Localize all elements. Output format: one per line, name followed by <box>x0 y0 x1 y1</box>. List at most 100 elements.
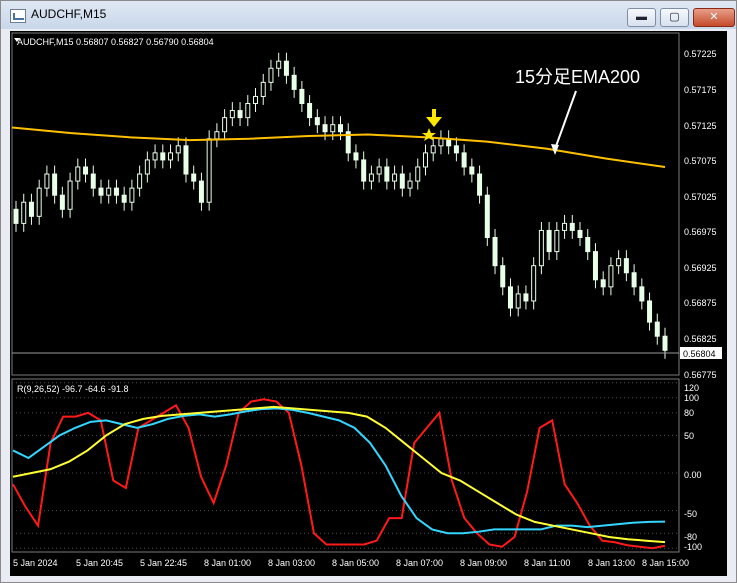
candle-body <box>531 265 537 302</box>
candle-body <box>507 286 513 309</box>
candle-body <box>160 152 166 161</box>
candle-body <box>453 145 459 154</box>
candle-body <box>28 201 34 217</box>
price-scale: 0.57225 0.57175 0.57125 0.57075 0.57025 … <box>684 49 717 380</box>
candle-body <box>229 110 235 119</box>
candle-body <box>430 145 436 154</box>
candle-body <box>484 194 490 238</box>
candle-body <box>585 236 591 253</box>
price-label: 0.57025 <box>684 192 717 202</box>
indicator-scale: 120 100 80 50 0.00 -50 -80 -100 <box>684 383 702 552</box>
annotation-arrow <box>554 90 577 150</box>
indicator-scale-label: 120 <box>684 383 699 393</box>
candle-body <box>144 159 150 175</box>
candle-body <box>500 265 506 288</box>
time-label: 8 Jan 11:00 <box>524 558 570 568</box>
candle-body <box>631 272 637 288</box>
candle-body <box>647 300 653 323</box>
indicator-scale-label: -100 <box>684 542 702 552</box>
indicator-panel-header: R(9,26,52) -96.7 -64.6 -91.8 <box>17 384 129 394</box>
candle-body <box>268 67 274 83</box>
candle-body <box>191 173 197 182</box>
candle-body <box>67 180 73 210</box>
indicator-scale-label: 80 <box>684 408 694 418</box>
candle-body <box>36 187 42 217</box>
candlestick-series <box>13 52 668 359</box>
chart-window: AUDCHF,M15 ▬ ▢ ✕ AUDCHF,M15 0.56807 0.56… <box>0 0 737 583</box>
chart-area[interactable]: AUDCHF,M15 0.56807 0.56827 0.56790 0.568… <box>10 31 727 576</box>
candle-body <box>307 103 313 119</box>
candle-body <box>330 124 336 133</box>
window-title: AUDCHF,M15 <box>31 7 107 21</box>
time-label: 8 Jan 15:00 <box>642 558 689 568</box>
chart-canvas[interactable]: AUDCHF,M15 0.56807 0.56827 0.56790 0.568… <box>10 31 727 576</box>
title-bar[interactable]: AUDCHF,M15 ▬ ▢ ✕ <box>1 1 736 29</box>
star-icon <box>422 128 436 141</box>
candle-body <box>376 166 382 175</box>
candle-body <box>554 229 560 253</box>
candle-body <box>98 187 104 196</box>
indicator-scale-label: 50 <box>684 431 694 441</box>
time-label: 5 Jan 20:45 <box>76 558 123 568</box>
candle-body <box>623 258 629 274</box>
candle-body <box>461 152 467 168</box>
candle-body <box>83 166 89 175</box>
candle-body <box>407 180 413 189</box>
price-label: 0.56975 <box>684 227 717 237</box>
candle-body <box>592 251 598 281</box>
indicator-scale-label: 100 <box>684 393 699 403</box>
candle-body <box>283 60 289 76</box>
candle-body <box>52 173 58 196</box>
candle-body <box>577 229 583 238</box>
price-label: 0.57125 <box>684 121 717 131</box>
candle-body <box>222 117 228 133</box>
candle-body <box>338 124 343 133</box>
indicator-scale-label: -50 <box>684 509 697 519</box>
candle-body <box>662 335 668 351</box>
minimize-button[interactable]: ▬ <box>627 8 656 27</box>
candle-body <box>113 187 119 196</box>
candle-body <box>44 173 50 189</box>
candle-body <box>237 110 243 119</box>
candle-body <box>276 60 282 69</box>
candle-body <box>469 166 475 175</box>
ema200-line <box>11 126 666 168</box>
candle-body <box>492 236 498 267</box>
indicator-line <box>12 405 666 544</box>
candle-body <box>183 145 189 175</box>
time-label: 8 Jan 09:00 <box>460 558 507 568</box>
candle-body <box>245 103 251 119</box>
current-price-label: 0.56804 <box>683 349 716 359</box>
time-label: 8 Jan 13:00 <box>588 558 635 568</box>
candle-body <box>515 293 521 309</box>
candle-body <box>253 95 259 105</box>
price-label: 0.56875 <box>684 298 717 308</box>
candle-body <box>299 88 305 105</box>
candle-body <box>523 293 529 302</box>
main-panel-header: AUDCHF,M15 0.56807 0.56827 0.56790 0.568… <box>17 37 214 47</box>
indicator-scale-label: 0.00 <box>684 470 702 480</box>
candle-body <box>600 279 606 288</box>
candle-body <box>608 265 614 288</box>
candle-body <box>137 173 143 189</box>
down-arrow-icon <box>426 109 442 127</box>
candle-body <box>415 166 421 182</box>
ema-annotation: 15分足EMA200 <box>515 67 640 87</box>
indicator-grid <box>12 382 679 549</box>
close-button[interactable]: ✕ <box>693 8 735 27</box>
price-label: 0.57075 <box>684 156 717 166</box>
candle-body <box>260 81 266 97</box>
chart-window-icon <box>10 9 26 23</box>
candle-body <box>75 166 81 182</box>
candle-body <box>384 166 390 182</box>
indicator-lines <box>12 398 666 550</box>
maximize-button[interactable]: ▢ <box>660 8 689 27</box>
candle-body <box>353 152 359 161</box>
time-label: 8 Jan 03:00 <box>268 558 315 568</box>
candle-body <box>322 124 328 133</box>
time-axis: 5 Jan 2024 5 Jan 20:45 5 Jan 22:45 8 Jan… <box>13 558 689 568</box>
candle-body <box>546 229 552 253</box>
candle-body <box>198 180 204 203</box>
candle-body <box>206 138 212 203</box>
candle-body <box>392 173 398 182</box>
